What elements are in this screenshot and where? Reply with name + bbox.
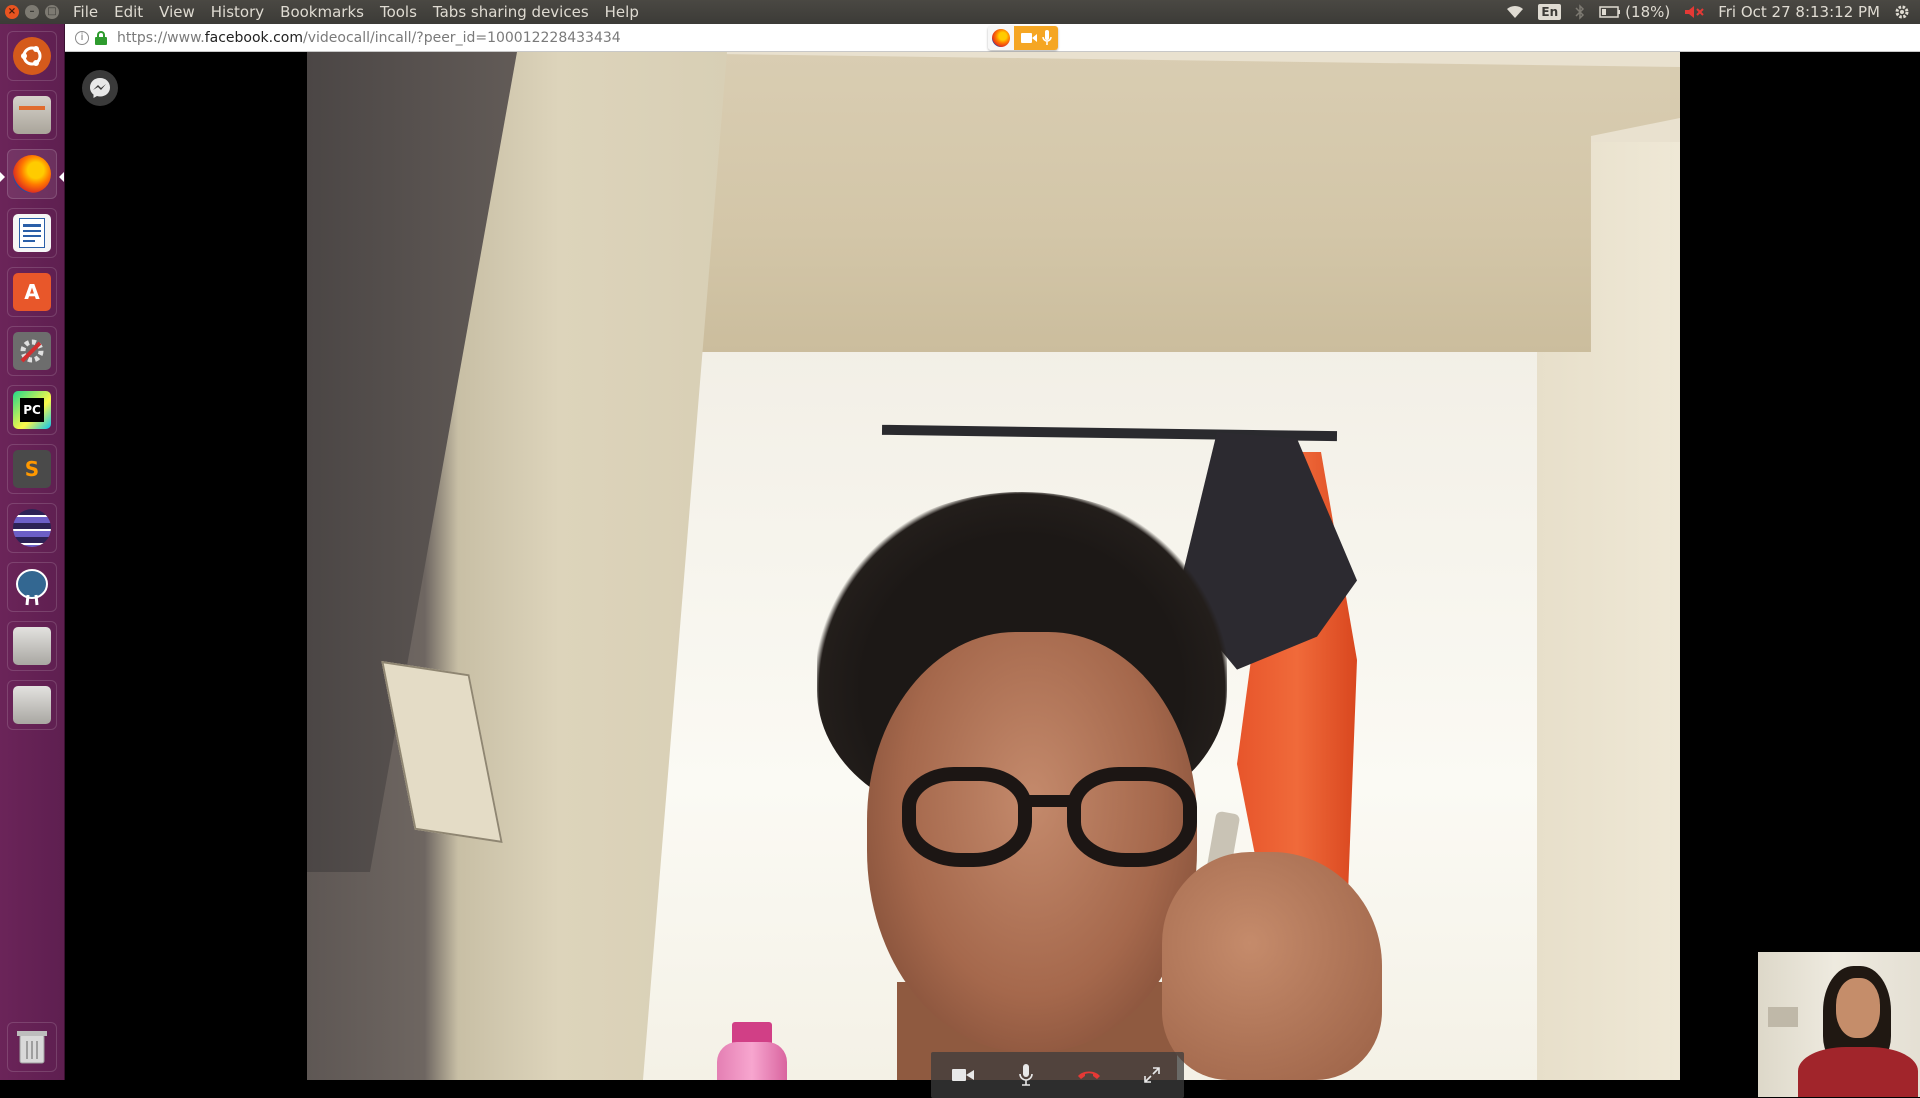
end-call-button[interactable] xyxy=(1071,1057,1107,1093)
fullscreen-button[interactable] xyxy=(1134,1057,1170,1093)
drive-button-2[interactable] xyxy=(7,680,57,730)
volume-muted-icon[interactable] xyxy=(1684,5,1704,19)
bluetooth-icon[interactable] xyxy=(1575,4,1585,20)
trash-icon xyxy=(13,1028,51,1066)
ubuntu-dash-icon xyxy=(13,37,51,75)
system-indicators: En (18%) Fri Oct 27 8:13:12 PM xyxy=(1506,0,1920,24)
menu-history[interactable]: History xyxy=(203,3,272,21)
trash-button[interactable] xyxy=(7,1022,57,1072)
minimize-window-button[interactable]: – xyxy=(25,5,39,19)
close-window-button[interactable]: × xyxy=(5,5,19,19)
address-bar[interactable]: i https://www.facebook.com/videocall/inc… xyxy=(65,24,1920,52)
keyboard-language-indicator[interactable]: En xyxy=(1538,4,1562,20)
menu-bookmarks[interactable]: Bookmarks xyxy=(272,3,372,21)
call-controls xyxy=(931,1052,1184,1098)
eclipse-icon xyxy=(13,509,51,547)
lock-icon[interactable] xyxy=(95,30,107,45)
camera-sharing-icon xyxy=(1020,33,1037,43)
sublime-text-button[interactable]: S xyxy=(7,444,57,494)
maximize-window-button[interactable]: □ xyxy=(45,5,59,19)
hangup-icon xyxy=(1078,1071,1101,1079)
active-indicator-right xyxy=(59,172,64,182)
toggle-camera-button[interactable] xyxy=(945,1057,981,1093)
drive-icon-2 xyxy=(13,686,51,724)
menu-file[interactable]: File xyxy=(65,3,106,21)
microphone-sharing-icon xyxy=(1041,30,1052,45)
self-view-face xyxy=(1836,978,1880,1038)
url-path: /videocall/incall/?peer_id=1000122284334… xyxy=(303,29,621,46)
pgadmin-icon xyxy=(13,568,51,606)
site-info-icon[interactable]: i xyxy=(75,30,89,45)
microphone-icon xyxy=(1019,1064,1033,1086)
self-view-body xyxy=(1798,1047,1918,1097)
menu-tabs-sharing-devices[interactable]: Tabs sharing devices xyxy=(425,3,597,21)
system-settings-icon xyxy=(13,332,51,370)
pycharm-button[interactable]: PC xyxy=(7,385,57,435)
video-scene-ceiling xyxy=(567,52,1680,352)
menu-tools[interactable]: Tools xyxy=(372,3,425,21)
window-controls: × – □ xyxy=(0,5,65,19)
wifi-icon[interactable] xyxy=(1506,5,1524,19)
drive-icon-1 xyxy=(13,627,51,665)
firefox-sharing-icon xyxy=(988,26,1014,50)
battery-percent: (18%) xyxy=(1625,3,1671,21)
battery-indicator[interactable]: (18%) xyxy=(1599,3,1670,21)
media-sharing-icons xyxy=(1014,26,1058,50)
video-call-area xyxy=(65,52,1920,1098)
files-button[interactable] xyxy=(7,90,57,140)
sublime-text-icon: S xyxy=(13,450,51,488)
gear-icon[interactable] xyxy=(1894,4,1910,20)
software-center-icon: A xyxy=(13,273,51,311)
system-settings-button[interactable] xyxy=(7,326,57,376)
active-indicator xyxy=(0,172,5,182)
url-prefix: https://www. xyxy=(117,29,205,46)
video-person-hand xyxy=(1162,852,1382,1080)
clock[interactable]: Fri Oct 27 8:13:12 PM xyxy=(1718,3,1880,21)
firefox-icon xyxy=(13,155,51,193)
expand-icon xyxy=(1144,1067,1161,1083)
eclipse-button[interactable] xyxy=(7,503,57,553)
local-self-view[interactable] xyxy=(1758,952,1920,1097)
video-scene-bottle xyxy=(717,1042,787,1080)
video-person-glasses xyxy=(902,767,1202,877)
firefox-button[interactable] xyxy=(7,149,57,199)
menu-view[interactable]: View xyxy=(151,3,203,21)
camera-icon xyxy=(951,1069,974,1081)
libreoffice-writer-icon xyxy=(13,214,51,252)
libreoffice-writer-button[interactable] xyxy=(7,208,57,258)
app-menu: File Edit View History Bookmarks Tools T… xyxy=(65,3,647,21)
device-sharing-indicator[interactable] xyxy=(988,26,1058,50)
messenger-icon[interactable] xyxy=(82,70,118,106)
menu-edit[interactable]: Edit xyxy=(106,3,151,21)
sublime-text-label: S xyxy=(24,457,40,481)
pgadmin-button[interactable] xyxy=(7,562,57,612)
url-text[interactable]: https://www.facebook.com/videocall/incal… xyxy=(117,30,621,46)
drive-button-1[interactable] xyxy=(7,621,57,671)
toggle-microphone-button[interactable] xyxy=(1008,1057,1044,1093)
files-icon xyxy=(13,96,51,134)
menu-help[interactable]: Help xyxy=(597,3,647,21)
top-menu-bar: × – □ File Edit View History Bookmarks T… xyxy=(0,0,1920,24)
url-domain: facebook.com xyxy=(204,29,303,46)
ubuntu-dash-button[interactable] xyxy=(7,31,57,81)
battery-icon xyxy=(1599,6,1621,18)
pycharm-label: PC xyxy=(20,398,44,422)
launcher-sidebar: A PC S xyxy=(0,24,65,1080)
pycharm-icon: PC xyxy=(13,391,51,429)
remote-video-feed[interactable] xyxy=(307,52,1680,1080)
software-center-button[interactable]: A xyxy=(7,267,57,317)
self-view-board xyxy=(1768,1007,1798,1027)
